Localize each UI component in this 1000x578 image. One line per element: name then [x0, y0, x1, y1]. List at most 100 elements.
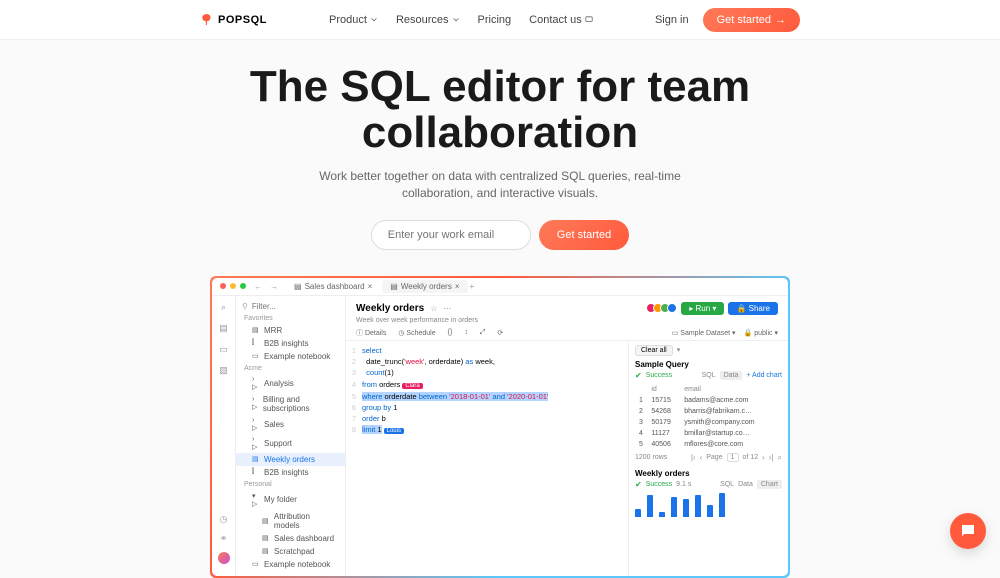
sql-editor[interactable]: 1select2 date_trunc('week', orderdate) a…: [346, 341, 628, 576]
more-icon[interactable]: ⋯: [443, 304, 451, 313]
sidebar-item[interactable]: ▤Weekly orders: [236, 453, 345, 466]
run-button[interactable]: ▸ Run ▾: [681, 302, 724, 315]
close-dot[interactable]: [220, 283, 226, 289]
sidebar-heading: Acme: [236, 363, 345, 374]
result-tab-chart[interactable]: Chart: [757, 480, 782, 489]
search-icon[interactable]: ⌕: [221, 302, 226, 313]
clock-icon[interactable]: ◷: [220, 514, 228, 525]
result-tab-data[interactable]: Data: [738, 481, 753, 488]
nav-contact[interactable]: Contact us: [529, 14, 593, 26]
folder-icon: ▾ ▷: [252, 492, 260, 508]
main-header: Weekly orders ☆ ⋯ ▸ Run ▾ 🔒 Share: [346, 296, 788, 341]
star-icon[interactable]: ☆: [430, 304, 437, 313]
chevron-down-icon: [452, 16, 460, 24]
files-icon[interactable]: ▤: [219, 323, 228, 334]
user-avatar[interactable]: [218, 552, 230, 564]
add-chart-button[interactable]: + Add chart: [746, 372, 782, 379]
page-next-icon[interactable]: ›: [762, 453, 765, 462]
get-started-button[interactable]: Get started→: [703, 8, 800, 32]
toolbar-refresh[interactable]: ⟳: [497, 329, 503, 337]
chat-widget-button[interactable]: [950, 513, 986, 549]
table-header: id: [649, 385, 680, 394]
status-text: Success: [646, 481, 672, 488]
sign-in-link[interactable]: Sign in: [655, 14, 689, 26]
logo-text: POPSQL: [218, 14, 267, 26]
app-mockup: ← → ▤Sales dashboard× ▤Weekly orders× + …: [210, 276, 790, 578]
bar-chart: [635, 493, 782, 517]
code-line[interactable]: 6group by 1: [346, 402, 628, 413]
chart-icon[interactable]: ▧: [219, 365, 228, 376]
email-get-started-button[interactable]: Get started: [539, 220, 629, 250]
result-title: Weekly orders: [635, 469, 782, 478]
sidebar-item[interactable]: ⫿B2B insights: [236, 466, 345, 479]
hero-title: The SQL editor for teamcollaboration: [20, 64, 980, 156]
close-tab-icon[interactable]: ×: [455, 282, 460, 291]
chart-bar: [647, 495, 653, 517]
code-line[interactable]: 1select: [346, 345, 628, 356]
share-button[interactable]: 🔒 Share: [728, 302, 778, 315]
email-input[interactable]: [371, 220, 531, 250]
sidebar-item[interactable]: › ▷Sales: [236, 415, 345, 434]
table-row[interactable]: 115715badams@acme.com: [637, 396, 780, 405]
table-row[interactable]: 540506mflores@core.com: [637, 440, 780, 449]
code-line[interactable]: 7order b: [346, 413, 628, 424]
sidebar-item[interactable]: ▭Example notebook: [236, 558, 345, 571]
collaborator-avatars[interactable]: [649, 303, 677, 313]
sidebar-item[interactable]: ▤Scratchpad: [236, 545, 345, 558]
chevron-down-icon[interactable]: ▾: [677, 346, 681, 354]
sidebar-item[interactable]: ▭Example notebook: [236, 350, 345, 363]
nav-resources[interactable]: Resources: [396, 14, 460, 26]
chart-bar: [695, 495, 701, 517]
sidebar-item[interactable]: ⫿B2B insights: [236, 337, 345, 350]
nav-pricing[interactable]: Pricing: [478, 14, 512, 26]
database-icon[interactable]: ▭: [219, 344, 228, 355]
result-tab-sql[interactable]: SQL: [702, 372, 716, 379]
code-line[interactable]: 8limit 1Louis: [346, 424, 628, 436]
sidebar-item[interactable]: › ▷Analysis: [236, 374, 345, 393]
nav-back-icon[interactable]: ←: [254, 282, 262, 291]
code-line[interactable]: 5where orderdate between '2018-01-01' an…: [346, 391, 628, 402]
search-rows-icon[interactable]: ⌕: [778, 453, 782, 463]
toolbar-vars[interactable]: {}: [448, 329, 453, 336]
sidebar-item-label: Analysis: [264, 379, 294, 388]
toolbar-details[interactable]: ⓘ Details: [356, 328, 386, 338]
traffic-lights: [220, 283, 246, 289]
filter-input[interactable]: [252, 302, 346, 311]
maximize-dot[interactable]: [240, 283, 246, 289]
close-tab-icon[interactable]: ×: [368, 282, 373, 291]
toolbar-schedule[interactable]: ◷ Schedule: [398, 329, 435, 337]
sidebar-item[interactable]: ▤Sales dashboard: [236, 532, 345, 545]
sidebar-item[interactable]: › ▷Billing and subscriptions: [236, 393, 345, 415]
people-icon[interactable]: ⚭: [220, 533, 228, 544]
sidebar-item[interactable]: ▾ ▷ My folder: [236, 490, 345, 510]
page-prev-icon[interactable]: ‹: [700, 453, 703, 462]
sidebar-item[interactable]: › ▷Support: [236, 434, 345, 453]
table-row[interactable]: 254268bharris@fabrikam.c…: [637, 407, 780, 416]
code-line[interactable]: 3 count(1): [346, 367, 628, 378]
page-first-icon[interactable]: |‹: [691, 453, 696, 462]
result-title: Sample Query: [635, 360, 782, 369]
table-row[interactable]: 411127bmillar@startup.co…: [637, 429, 780, 438]
clear-all-button[interactable]: Clear all: [635, 345, 673, 356]
result-tab-sql[interactable]: SQL: [720, 481, 734, 488]
doc-icon: ▤: [262, 547, 270, 555]
nav-fwd-icon[interactable]: →: [270, 282, 278, 291]
tab-weekly-orders[interactable]: ▤Weekly orders×: [382, 280, 467, 293]
toolbar-format[interactable]: ↕: [464, 329, 468, 336]
toolbar-expand[interactable]: ⤢: [480, 329, 486, 337]
tab-sales-dashboard[interactable]: ▤Sales dashboard×: [286, 280, 380, 293]
page-last-icon[interactable]: ›|: [769, 453, 774, 462]
sidebar-item-label: My folder: [264, 495, 297, 504]
logo[interactable]: POPSQL: [200, 13, 267, 27]
sidebar-item[interactable]: ▤MRR: [236, 324, 345, 337]
table-row[interactable]: 350179ysmith@company.com: [637, 418, 780, 427]
code-line[interactable]: 2 date_trunc('week', orderdate) as week,: [346, 356, 628, 367]
nav-product[interactable]: Product: [329, 14, 378, 26]
add-tab-icon[interactable]: +: [470, 282, 475, 291]
result-tab-data[interactable]: Data: [720, 371, 743, 380]
code-line[interactable]: 4from ordersClara: [346, 379, 628, 391]
minimize-dot[interactable]: [230, 283, 236, 289]
sidebar-item[interactable]: ▤Attribution models: [236, 510, 345, 532]
visibility-selector[interactable]: 🔒 public ▾: [744, 329, 778, 337]
dataset-selector[interactable]: ▭ Sample Dataset ▾: [672, 329, 736, 337]
